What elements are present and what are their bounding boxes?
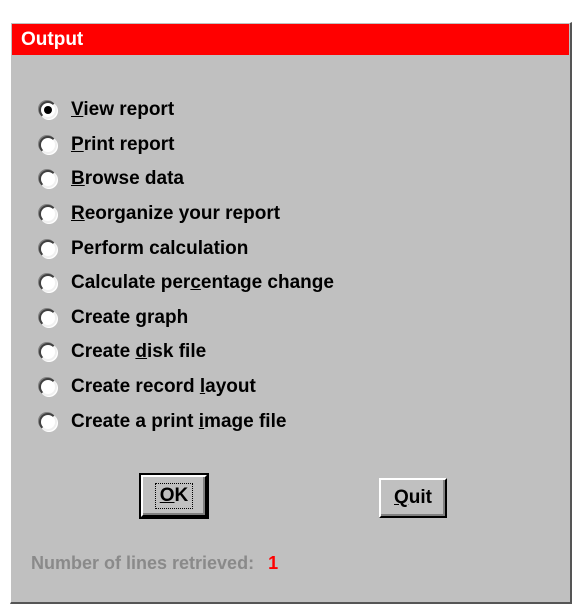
option-label: Calculate percentage change [71, 272, 334, 294]
option-create-record-layout[interactable]: Create record layout [39, 370, 334, 405]
status-count: 1 [268, 553, 279, 573]
option-label: View report [71, 99, 175, 121]
radio-button[interactable] [39, 205, 57, 224]
option-label: Create disk file [71, 341, 207, 363]
output-options-group: View report Print report Browse data Reo… [39, 93, 334, 439]
option-label: Browse data [71, 168, 184, 190]
status-label: Number of lines retrieved: [31, 553, 255, 573]
option-create-print-image-file[interactable]: Create a print image file [39, 404, 334, 439]
radio-button[interactable] [39, 239, 57, 258]
quit-button-label: Quit [394, 487, 432, 508]
option-reorganize-report[interactable]: Reorganize your report [39, 197, 334, 232]
ok-button-label: OK [154, 483, 194, 509]
option-view-report[interactable]: View report [39, 93, 334, 128]
option-label: Create graph [71, 306, 189, 328]
radio-button[interactable] [39, 101, 57, 120]
radio-button[interactable] [39, 308, 57, 327]
quit-button[interactable]: Quit [379, 478, 447, 518]
option-label: Create record layout [71, 376, 256, 398]
radio-button[interactable] [39, 135, 57, 154]
option-label: Print report [71, 133, 175, 155]
option-perform-calculation[interactable]: Perform calculation [39, 231, 334, 266]
option-print-report[interactable]: Print report [39, 128, 334, 163]
option-percentage-change[interactable]: Calculate percentage change [39, 266, 334, 301]
dialog-title: Output [12, 24, 569, 55]
status-line: Number of lines retrieved: 1 [31, 553, 278, 574]
ok-button[interactable]: OK [139, 473, 209, 519]
option-create-graph[interactable]: Create graph [39, 301, 334, 336]
radio-button[interactable] [39, 274, 57, 293]
option-label: Perform calculation [71, 237, 249, 259]
option-browse-data[interactable]: Browse data [39, 162, 334, 197]
output-dialog: Output View report Print report Browse d… [10, 22, 572, 604]
option-label: Create a print image file [71, 410, 287, 432]
radio-button[interactable] [39, 412, 57, 431]
option-create-disk-file[interactable]: Create disk file [39, 335, 334, 370]
radio-button[interactable] [39, 378, 57, 397]
option-label: Reorganize your report [71, 203, 281, 225]
radio-button[interactable] [39, 170, 57, 189]
radio-button[interactable] [39, 343, 57, 362]
